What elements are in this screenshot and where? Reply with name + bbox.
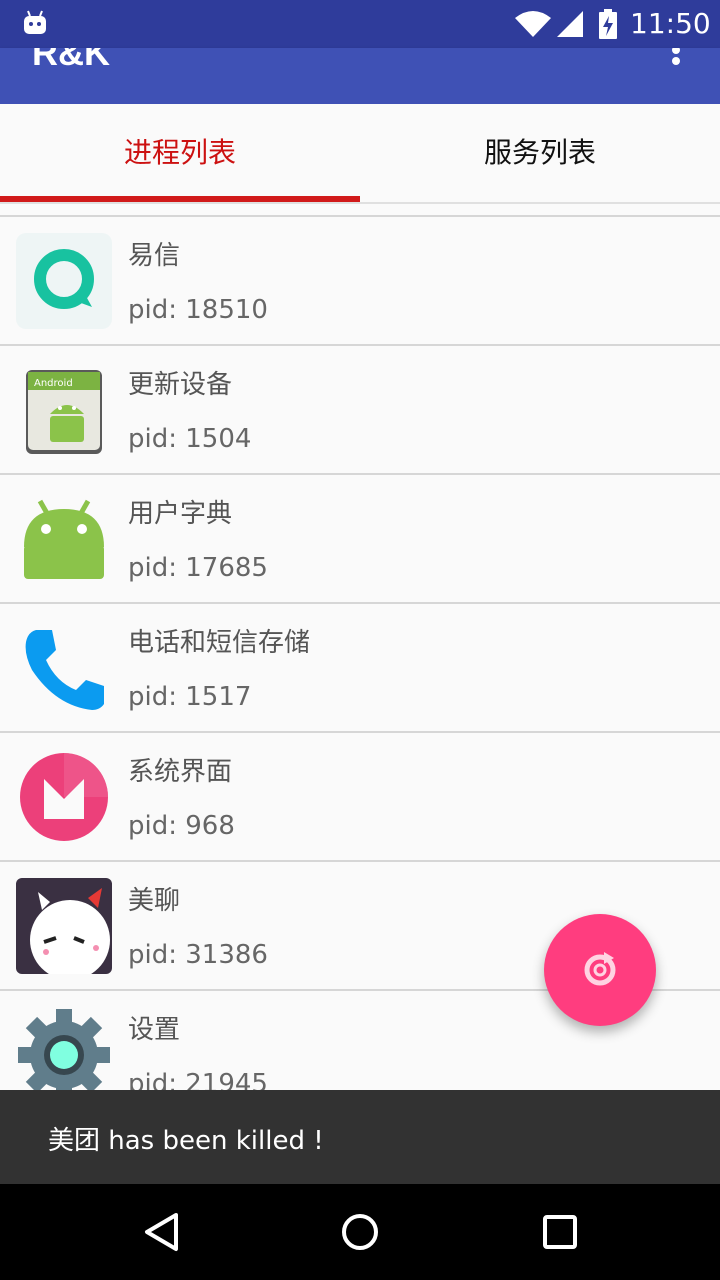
refresh-icon — [584, 952, 616, 986]
process-name: 用户字典 — [128, 499, 233, 529]
list-item[interactable]: 易信 pid: 18510 — [0, 215, 720, 344]
process-name: 系统界面 — [128, 757, 233, 787]
signal-icon — [557, 11, 583, 37]
home-icon[interactable] — [340, 1212, 380, 1252]
status-time: 11:50 — [630, 7, 711, 40]
phone-icon — [25, 630, 105, 710]
marshmallow-icon — [20, 753, 108, 841]
process-name: 更新设备 — [128, 370, 233, 400]
process-pid: pid: 31386 — [128, 940, 268, 970]
process-pid: pid: 21945 — [128, 1069, 268, 1090]
process-name: 美聊 — [128, 886, 181, 916]
list-item[interactable]: 系统界面 pid: 968 — [0, 731, 720, 860]
yixin-app-icon — [16, 233, 112, 329]
tab-process-list[interactable]: 进程列表 — [0, 104, 360, 202]
process-pid: pid: 1517 — [128, 682, 252, 712]
process-pid: pid: 17685 — [128, 553, 268, 583]
tab-bar: 进程列表 服务列表 — [0, 104, 720, 204]
snackbar-message: 美团 has been killed ! — [48, 1126, 324, 1156]
process-pid: pid: 968 — [128, 811, 235, 841]
app-bar: R&K — [0, 48, 720, 104]
process-name: 设置 — [128, 1015, 181, 1045]
process-name: 电话和短信存储 — [128, 628, 311, 658]
svg-text:Android: Android — [34, 378, 73, 389]
android-robot-icon — [24, 499, 104, 579]
android-update-icon: Android — [26, 370, 102, 454]
refresh-fab[interactable] — [544, 914, 656, 1026]
back-icon[interactable] — [142, 1212, 180, 1252]
status-bar: 11:50 — [0, 0, 720, 48]
list-item[interactable]: 用户字典 pid: 17685 — [0, 473, 720, 602]
tab-service-list[interactable]: 服务列表 — [360, 104, 720, 202]
meiliao-app-icon — [16, 878, 112, 974]
recents-icon[interactable] — [542, 1212, 578, 1252]
battery-charging-icon — [599, 9, 617, 39]
process-pid: pid: 18510 — [128, 295, 268, 325]
android-icon — [24, 10, 46, 34]
process-pid: pid: 1504 — [128, 424, 252, 454]
process-name: 易信 — [128, 241, 181, 271]
settings-gear-icon — [18, 1009, 110, 1090]
app-title: R&K — [32, 48, 110, 73]
more-vert-icon[interactable] — [664, 48, 688, 68]
list-item[interactable]: Android 更新设备 pid: 1504 — [0, 344, 720, 473]
navigation-bar — [0, 1184, 720, 1280]
tab-indicator — [0, 196, 360, 202]
wifi-icon — [515, 11, 551, 37]
snackbar: 美团 has been killed ! — [0, 1090, 720, 1184]
list-item[interactable]: 电话和短信存储 pid: 1517 — [0, 602, 720, 731]
